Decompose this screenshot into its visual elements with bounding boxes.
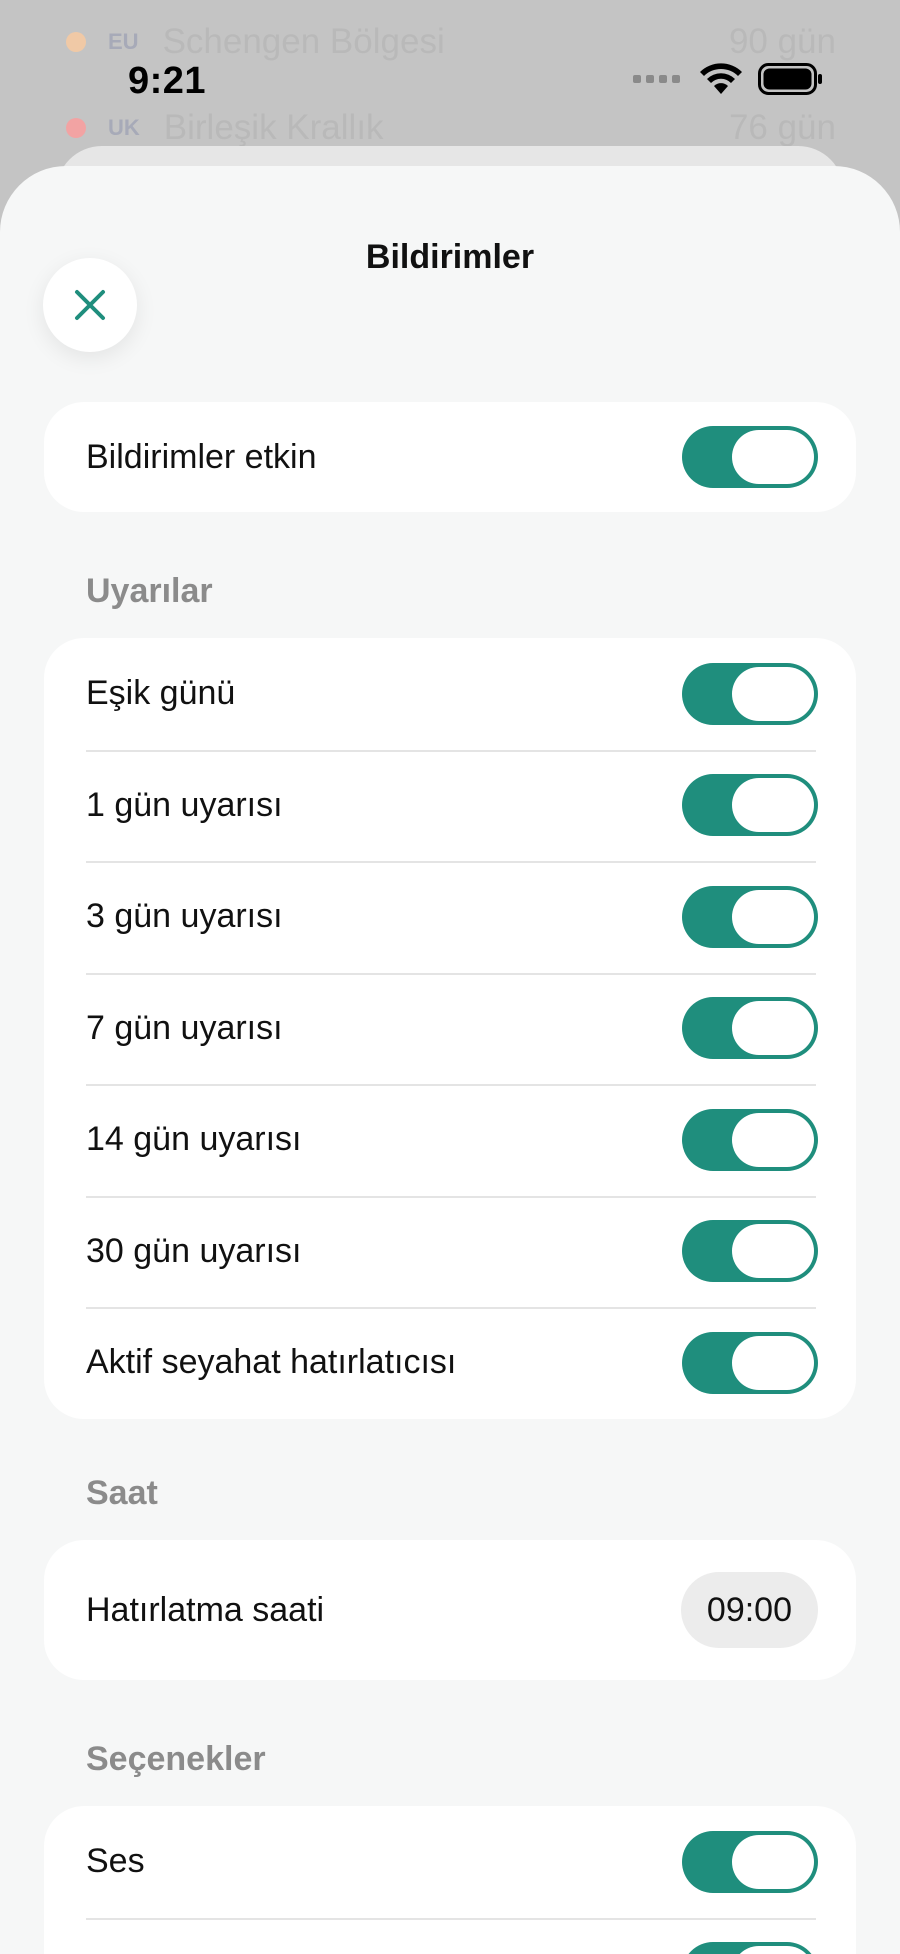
- master-toggle[interactable]: [682, 426, 818, 488]
- wifi-icon: [700, 63, 742, 94]
- alert-row-threshold: Eşik günü: [44, 638, 856, 750]
- sheet-title: Bildirimler: [365, 238, 535, 276]
- master-toggle-row: Bildirimler etkin: [44, 402, 856, 512]
- section-header-options: Seçenekler: [86, 1740, 266, 1778]
- 1-day-alert-toggle[interactable]: [682, 774, 818, 837]
- alert-label: Aktif seyahat hatırlatıcısı: [86, 1343, 457, 1382]
- cellular-icon: [633, 75, 680, 83]
- master-toggle-label: Bildirimler etkin: [86, 437, 317, 476]
- status-bar: 9:21: [0, 0, 900, 160]
- alert-row-30-day: 30 gün uyarısı: [44, 1195, 856, 1308]
- threshold-day-toggle[interactable]: [682, 662, 818, 725]
- reminder-time-label: Hatırlatma saati: [86, 1590, 325, 1629]
- alert-label: 3 gün uyarısı: [86, 897, 283, 936]
- alert-row-14-day: 14 gün uyarısı: [44, 1084, 856, 1196]
- status-icons: [633, 62, 824, 96]
- alert-row-3-day: 3 gün uyarısı: [44, 861, 856, 973]
- master-card: Bildirimler etkin: [44, 402, 856, 512]
- alert-label: 7 gün uyarısı: [86, 1008, 283, 1047]
- time-card: Hatırlatma saati 09:00: [44, 1540, 856, 1680]
- reminder-time-picker[interactable]: 09:00: [680, 1572, 818, 1648]
- close-icon: [75, 290, 105, 320]
- 14-day-alert-toggle[interactable]: [682, 1108, 818, 1171]
- alert-label: Eşik günü: [86, 674, 236, 713]
- alert-row-7-day: 7 gün uyarısı: [44, 972, 856, 1085]
- status-time: 9:21: [128, 60, 207, 102]
- alert-row-1-day: 1 gün uyarısı: [44, 749, 856, 862]
- options-card: Ses: [44, 1806, 856, 1954]
- section-header-alerts: Uyarılar: [86, 572, 213, 610]
- option-row-sound: Ses: [44, 1806, 856, 1918]
- option-row-partial: [44, 1917, 856, 1954]
- section-header-time: Saat: [86, 1474, 158, 1512]
- notifications-sheet: Bildirimler Bildirimler etkin Uyarılar E…: [0, 166, 900, 1954]
- option-label: Ses: [86, 1842, 145, 1881]
- 7-day-alert-toggle[interactable]: [682, 997, 818, 1060]
- alerts-card: Eşik günü 1 gün uyarısı 3 gün uyarısı 7 …: [44, 638, 856, 1419]
- active-trip-reminder-toggle[interactable]: [682, 1331, 818, 1394]
- 3-day-alert-toggle[interactable]: [682, 885, 818, 948]
- alert-row-active-trip: Aktif seyahat hatırlatıcısı: [44, 1307, 856, 1419]
- 30-day-alert-toggle[interactable]: [682, 1220, 818, 1283]
- alert-label: 1 gün uyarısı: [86, 785, 283, 824]
- reminder-time-row: Hatırlatma saati 09:00: [44, 1540, 856, 1680]
- alert-label: 30 gün uyarısı: [86, 1231, 302, 1270]
- battery-icon: [758, 63, 822, 95]
- sound-toggle[interactable]: [682, 1830, 818, 1893]
- option-toggle[interactable]: [682, 1942, 818, 1954]
- alert-label: 14 gün uyarısı: [86, 1120, 302, 1159]
